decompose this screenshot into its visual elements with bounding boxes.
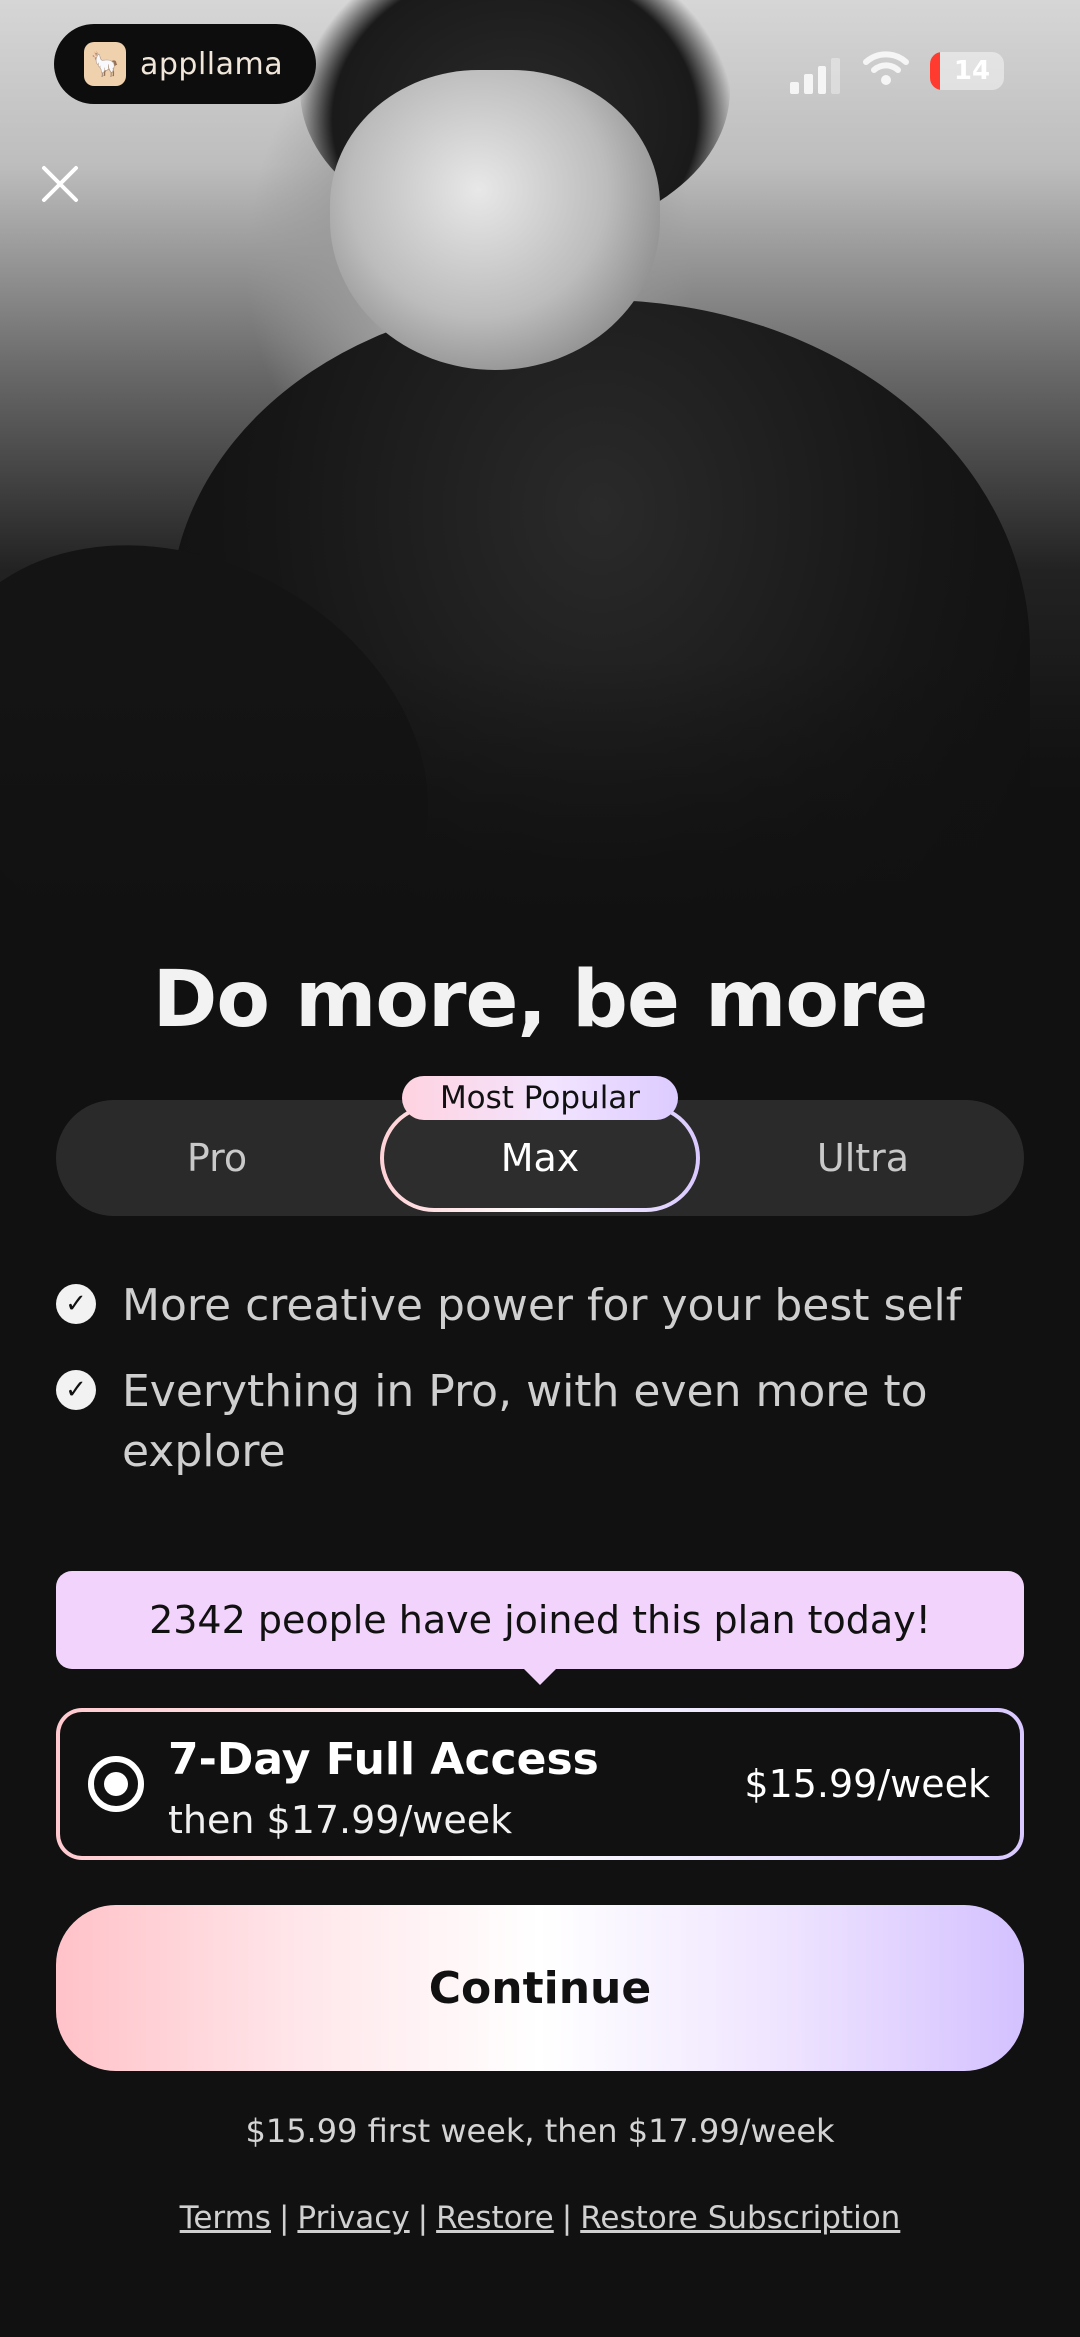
- plan-option-card[interactable]: 7-Day Full Access then $17.99/week $15.9…: [56, 1708, 1024, 1860]
- battery-percent: 14: [953, 56, 991, 86]
- privacy-link[interactable]: Privacy: [297, 2200, 409, 2236]
- plan-option-inner: 7-Day Full Access then $17.99/week $15.9…: [60, 1712, 1020, 1856]
- social-proof-banner: 2342 people have joined this plan today!: [56, 1571, 1024, 1669]
- plan-subtitle: then $17.99/week: [168, 1798, 513, 1842]
- app-name: appllama: [140, 46, 284, 82]
- link-separator: |: [278, 2200, 290, 2236]
- restore-subscription-link[interactable]: Restore Subscription: [580, 2200, 900, 2236]
- feature-item: ✓ More creative power for your best self: [56, 1276, 1036, 1336]
- tab-max[interactable]: Max: [380, 1104, 700, 1212]
- tab-ultra[interactable]: Ultra: [702, 1100, 1024, 1216]
- restore-link[interactable]: Restore: [436, 2200, 554, 2236]
- hero-fade: [0, 660, 1080, 920]
- legal-links: Terms | Privacy | Restore | Restore Subscripti…: [0, 2200, 1080, 2236]
- cellular-signal-icon: [790, 48, 840, 94]
- plan-title: 7-Day Full Access: [168, 1734, 599, 1785]
- continue-button[interactable]: Continue: [56, 1905, 1024, 2071]
- radio-dot: [104, 1772, 128, 1796]
- hero-photo: [0, 0, 1080, 920]
- pricing-footnote: $15.99 first week, then $17.99/week: [245, 2112, 835, 2150]
- llama-logo-icon: 🦙: [84, 42, 126, 86]
- battery-level: [930, 52, 940, 90]
- page-title: Do more, be more: [152, 955, 929, 1045]
- app-badge: 🦙 appllama: [54, 24, 316, 104]
- battery-icon: 14: [930, 52, 1004, 90]
- tab-max-label: Max: [384, 1108, 696, 1208]
- close-icon: [42, 166, 78, 202]
- banner-pointer: [522, 1667, 558, 1685]
- plan-price: $15.99/week: [744, 1762, 990, 1806]
- checkmark-icon: ✓: [56, 1284, 96, 1324]
- hero-face-shape: [330, 70, 660, 370]
- checkmark-icon: ✓: [56, 1370, 96, 1410]
- tab-pro[interactable]: Pro: [56, 1100, 378, 1216]
- close-button[interactable]: [36, 164, 84, 212]
- feature-item: ✓ Everything in Pro, with even more to e…: [56, 1362, 1036, 1482]
- radio-selected-icon[interactable]: [88, 1756, 144, 1812]
- link-separator: |: [561, 2200, 573, 2236]
- feature-text: Everything in Pro, with even more to exp…: [122, 1366, 928, 1477]
- most-popular-badge: Most Popular: [402, 1076, 678, 1120]
- feature-text: More creative power for your best self: [122, 1280, 962, 1331]
- terms-link[interactable]: Terms: [180, 2200, 271, 2236]
- wifi-icon: [862, 48, 910, 94]
- link-separator: |: [417, 2200, 429, 2236]
